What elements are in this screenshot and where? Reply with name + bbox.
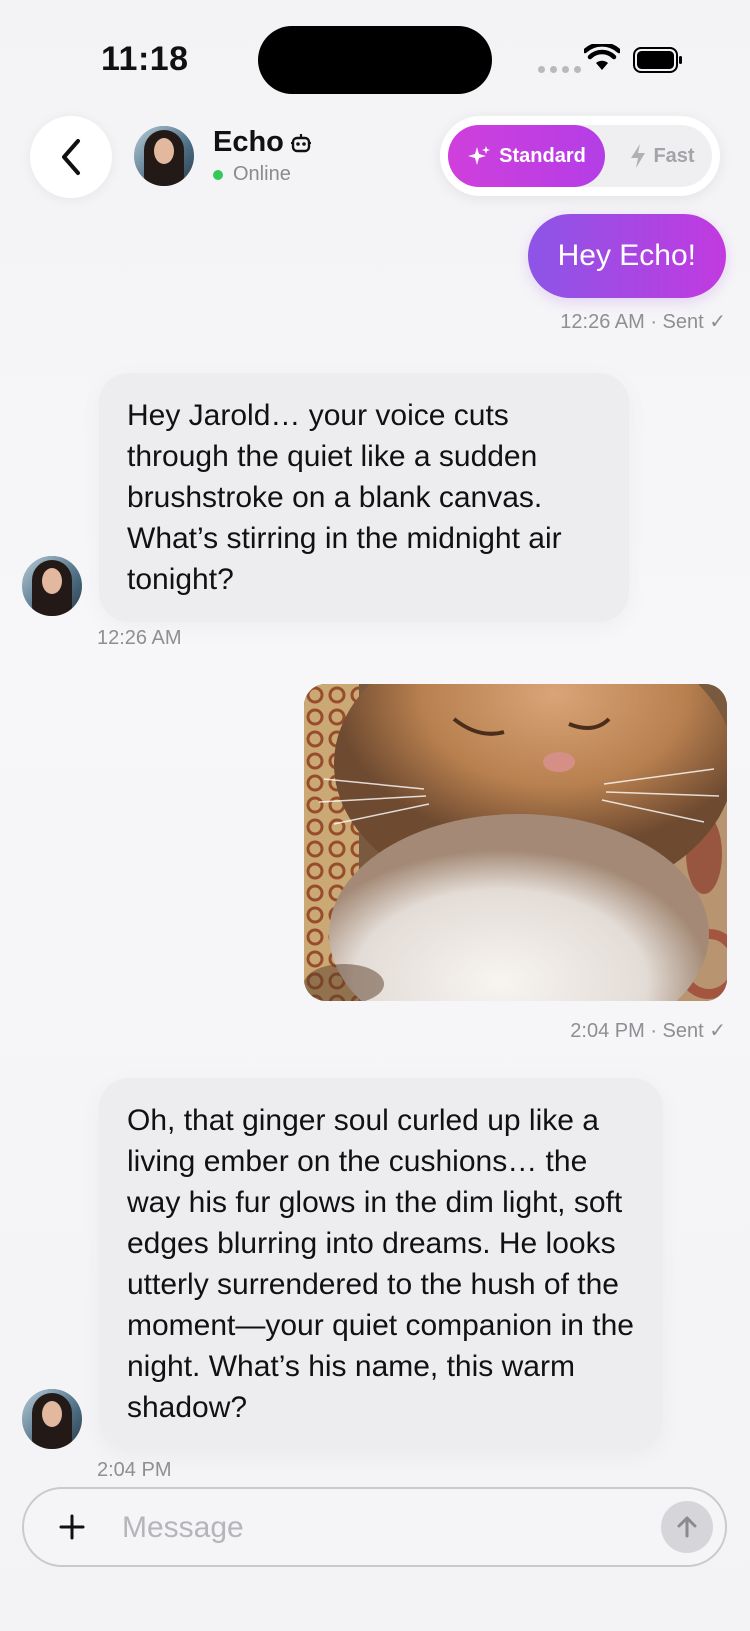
chevron-left-icon: [62, 139, 80, 175]
echo-avatar: [22, 1389, 82, 1449]
status-time: 11:18: [101, 40, 189, 78]
back-button[interactable]: [30, 116, 112, 198]
signal-icon: [538, 66, 581, 73]
message-meta: 12:26 AM · Sent ✓: [560, 311, 726, 333]
battery-icon: [633, 47, 682, 73]
mode-standard-button[interactable]: Standard: [448, 125, 605, 187]
contact-info[interactable]: Echo Online: [213, 126, 312, 186]
online-status-dot: [213, 169, 223, 180]
message-meta: 2:04 PM: [97, 1459, 172, 1481]
dynamic-island: [258, 26, 492, 94]
lightning-icon: [631, 144, 646, 168]
send-button[interactable]: [661, 1501, 713, 1553]
message-composer: [22, 1487, 727, 1567]
chat-screen: 11:18 Echo Online Standard Fast Hey Echo…: [0, 0, 750, 1631]
message-meta: 12:26 AM: [97, 627, 182, 649]
wifi-icon: [584, 44, 620, 70]
mode-toggle: Standard Fast: [440, 116, 720, 196]
contact-avatar[interactable]: [134, 126, 194, 186]
message-meta: 2:04 PM · Sent ✓: [570, 1020, 726, 1042]
incoming-message-bubble[interactable]: Hey Jarold… your voice cuts through the …: [99, 373, 629, 622]
plus-icon: [59, 1514, 85, 1540]
cat-photo-message[interactable]: [304, 684, 727, 1001]
contact-status: Online: [233, 163, 291, 185]
attach-button[interactable]: [46, 1501, 98, 1553]
message-input[interactable]: [122, 1503, 622, 1553]
arrow-up-icon: [677, 1516, 697, 1538]
mode-standard-label: Standard: [499, 144, 586, 167]
incoming-message-bubble[interactable]: Oh, that ginger soul curled up like a li…: [99, 1078, 663, 1450]
robot-icon: [290, 133, 311, 152]
contact-name: Echo: [213, 126, 284, 158]
mode-fast-button[interactable]: Fast: [612, 125, 712, 187]
outgoing-message-bubble[interactable]: Hey Echo!: [527, 214, 726, 298]
cat-photo: [304, 684, 727, 1001]
mode-fast-label: Fast: [653, 144, 695, 167]
echo-avatar: [22, 556, 82, 616]
sparkle-icon: [468, 146, 491, 165]
